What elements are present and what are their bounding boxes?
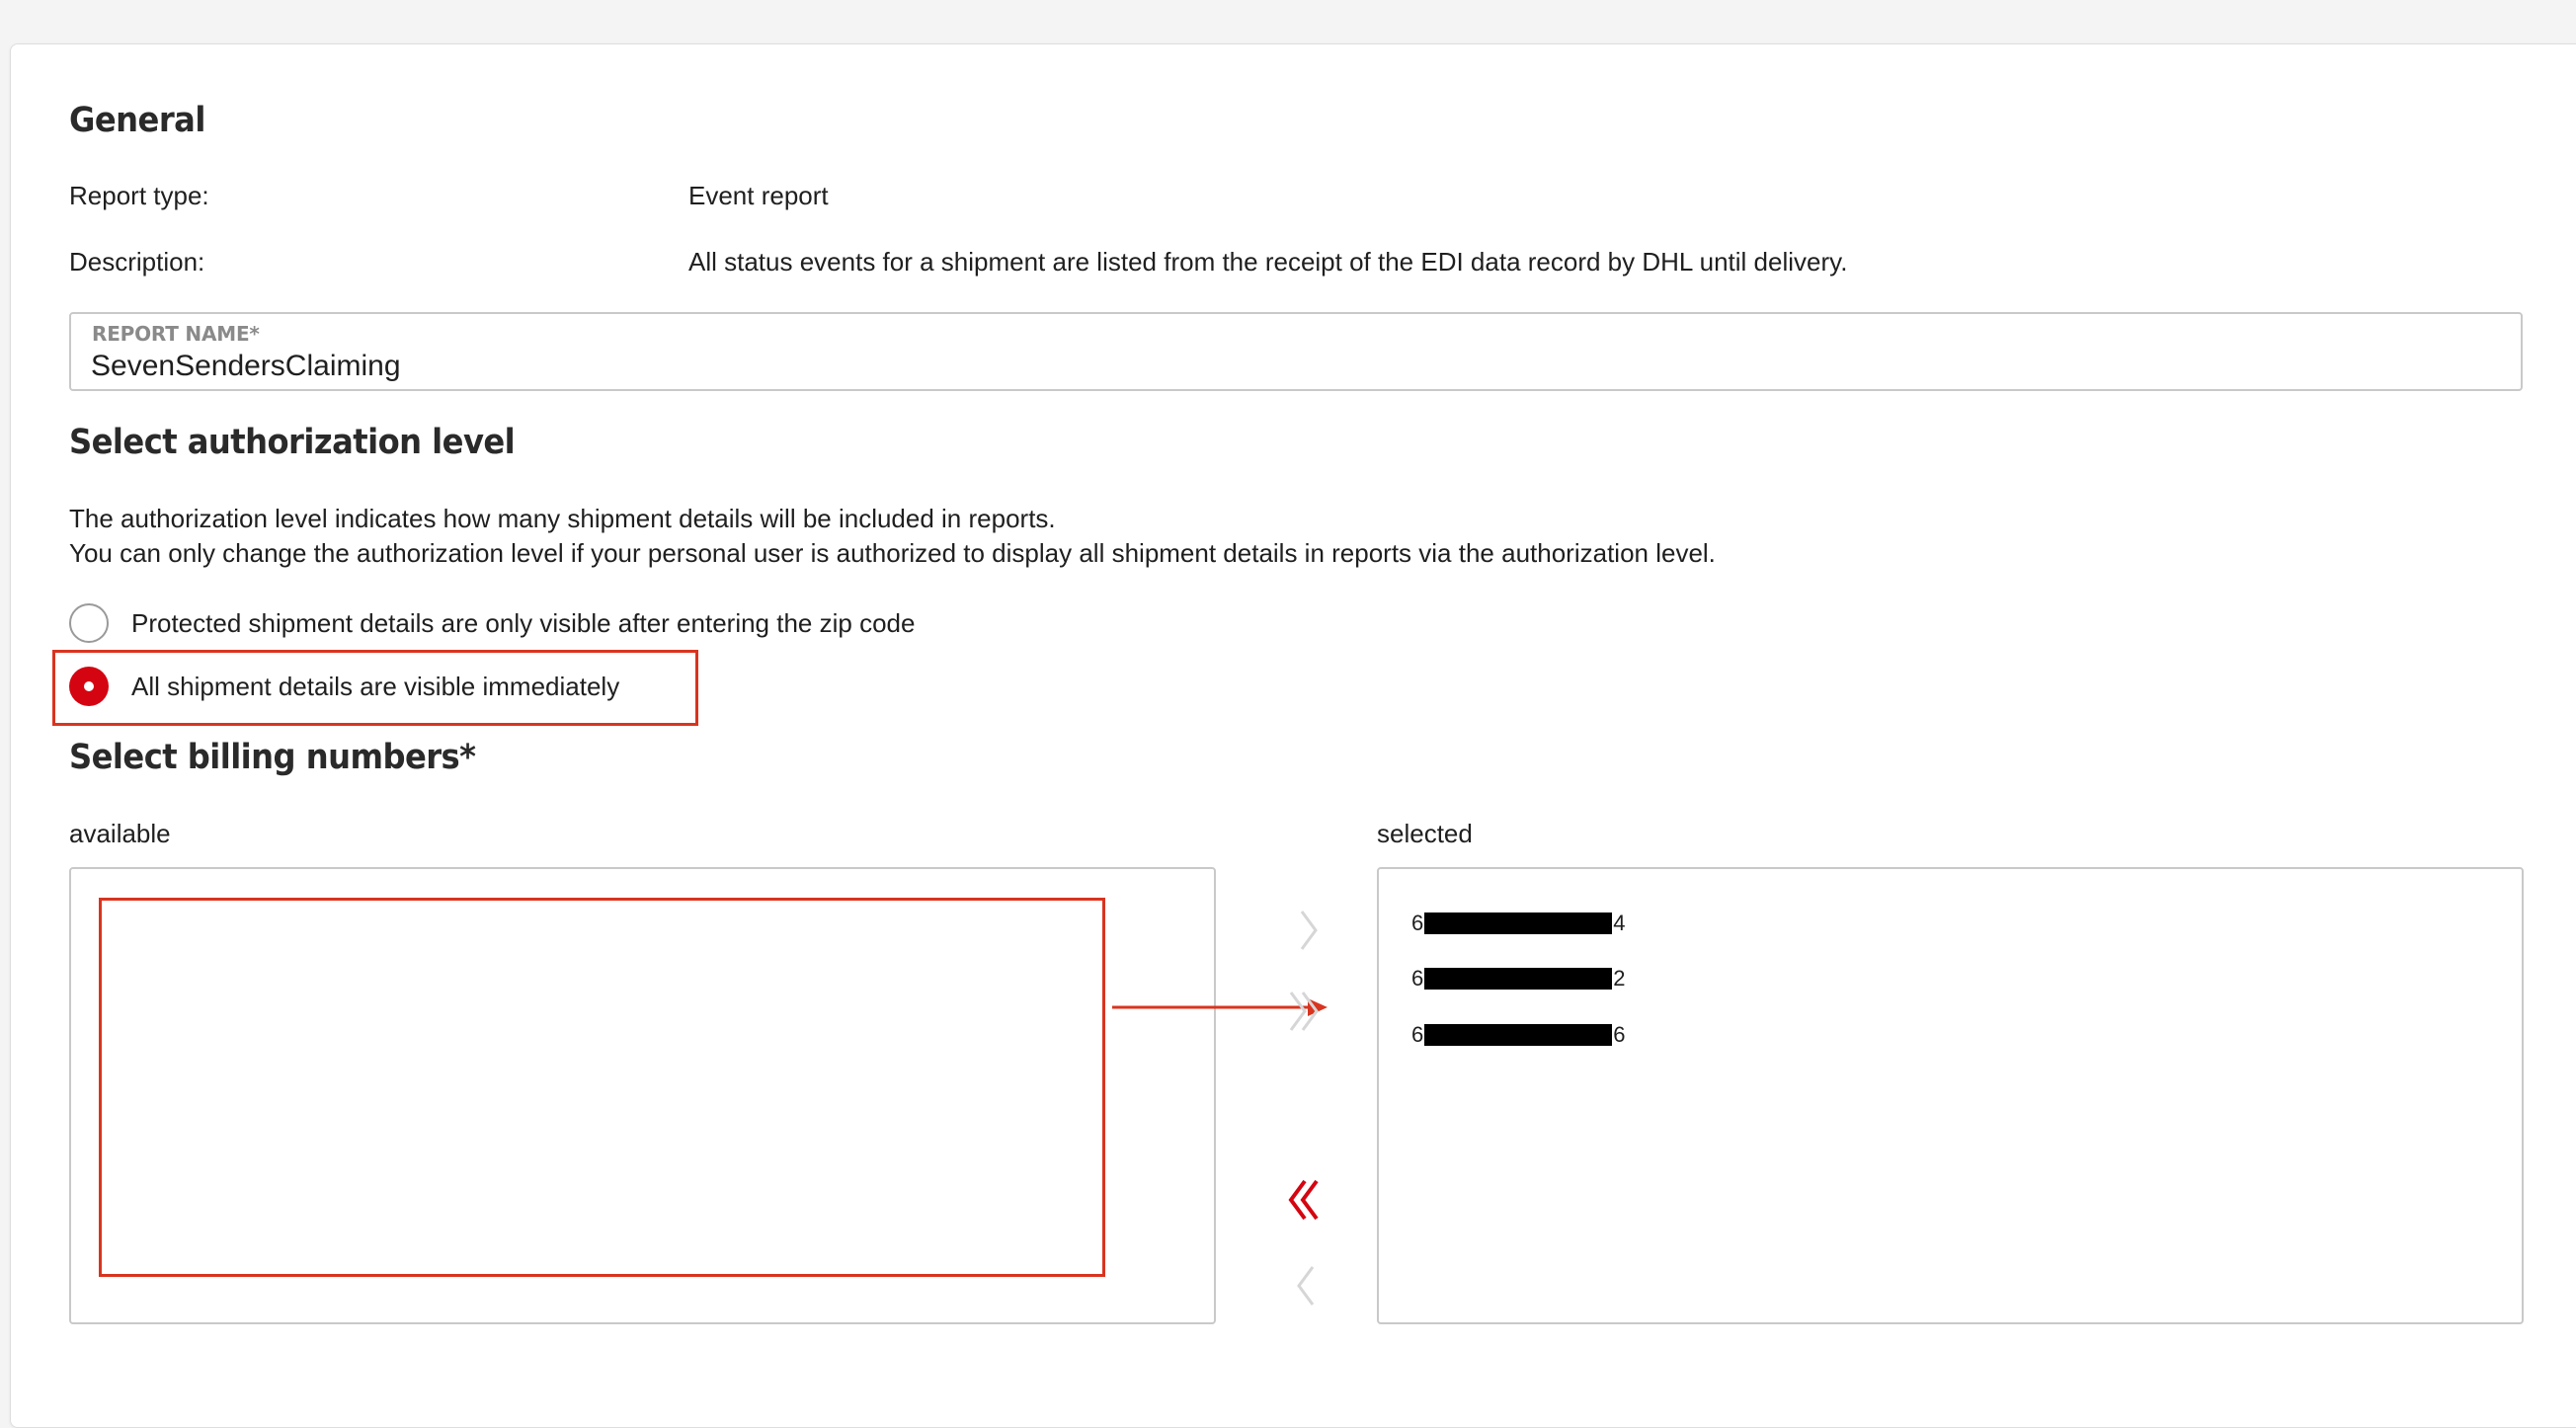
authorization-option-label: Protected shipment details are only visi…: [131, 607, 916, 638]
billing-number-suffix: 2: [1613, 966, 1626, 991]
report-name-field[interactable]: REPORT NAME*: [69, 312, 2523, 391]
description-value: All status events for a shipment are lis…: [688, 247, 1848, 277]
report-name-input[interactable]: [91, 348, 2461, 385]
list-item[interactable]: 64: [1411, 909, 1626, 938]
redaction-bar: [1424, 912, 1613, 934]
authorization-info-line-1: The authorization level indicates how ma…: [69, 504, 1056, 533]
annotation-highlight-available-list: [99, 898, 1105, 1277]
chevron-left-icon[interactable]: [1289, 1263, 1325, 1309]
report-name-label: REPORT NAME*: [92, 322, 260, 346]
redaction-bar: [1424, 1024, 1613, 1046]
available-label: available: [69, 819, 171, 848]
billing-number-prefix: 6: [1411, 1022, 1424, 1047]
billing-number-suffix: 4: [1613, 911, 1626, 935]
authorization-info-line-2: You can only change the authorization le…: [69, 538, 1716, 568]
report-type-value: Event report: [688, 181, 829, 210]
description-label: Description:: [69, 247, 205, 277]
billing-number-prefix: 6: [1411, 911, 1424, 935]
radio-button[interactable]: [69, 603, 109, 643]
general-heading: General: [69, 101, 205, 140]
double-chevron-left-icon[interactable]: [1281, 1177, 1319, 1223]
report-settings-card: General Report type: Event report Descri…: [10, 43, 2576, 1428]
selected-label: selected: [1377, 819, 1473, 848]
double-chevron-right-icon[interactable]: [1283, 989, 1319, 1034]
annotation-highlight-authorization: [52, 650, 698, 726]
authorization-heading: Select authorization level: [69, 423, 516, 462]
chevron-right-icon[interactable]: [1290, 908, 1326, 953]
redaction-bar: [1424, 968, 1613, 990]
report-type-label: Report type:: [69, 181, 209, 210]
billing-heading: Select billing numbers*: [69, 738, 476, 777]
selected-billing-list[interactable]: 64 62 66: [1377, 867, 2524, 1324]
list-item[interactable]: 66: [1411, 1020, 1626, 1050]
list-item[interactable]: 62: [1411, 964, 1626, 993]
authorization-option-protected[interactable]: Protected shipment details are only visi…: [69, 601, 915, 645]
billing-number-prefix: 6: [1411, 966, 1424, 991]
billing-number-suffix: 6: [1613, 1022, 1626, 1047]
